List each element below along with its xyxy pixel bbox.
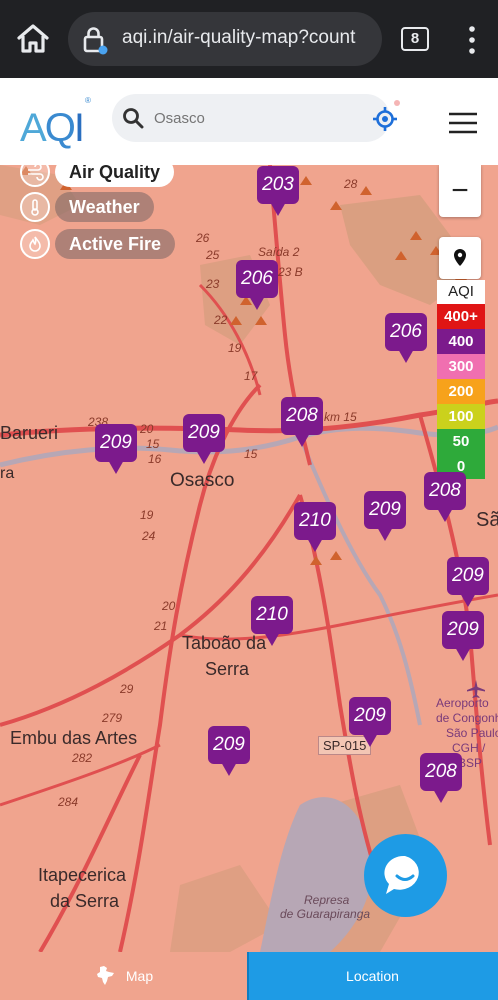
place-label-guarapiranga: de Guarapiranga [280, 907, 371, 921]
aqi-marker[interactable]: 209 [95, 424, 137, 476]
fire-icon [20, 229, 50, 259]
air-quality-icon [20, 165, 50, 187]
tab-location-label: Location [346, 968, 399, 984]
air-quality-map[interactable]: Barueri ra Osasco Taboão da Serra Embu d… [0, 165, 498, 952]
road-label-saida: Saída 2 [258, 245, 300, 259]
hamburger-menu-icon[interactable] [448, 111, 478, 135]
bottom-tab-bar: Map Location [0, 952, 498, 1000]
locate-pin-button[interactable] [439, 237, 481, 279]
aqi-marker[interactable]: 208 [420, 753, 462, 805]
aqi-marker[interactable]: 209 [442, 611, 484, 663]
road-label-15: 15 [146, 437, 160, 451]
place-label-itapecerica-serra: da Serra [50, 891, 120, 911]
aqi-marker[interactable]: 209 [208, 726, 250, 778]
road-label-23b: 23 B [278, 265, 303, 279]
lock-icon[interactable] [80, 25, 110, 55]
road-label-20: 20 [140, 422, 154, 436]
notification-dot [394, 100, 400, 106]
layer-air-quality[interactable]: Air Quality [20, 165, 175, 189]
place-label-ra: ra [0, 465, 15, 482]
url-text: aqi.in/air-quality-map?count [122, 27, 356, 48]
aqi-marker[interactable]: 210 [294, 502, 336, 554]
aqi-marker[interactable]: 208 [281, 397, 323, 449]
tab-location[interactable]: Location [249, 952, 496, 1000]
place-label-represa: Represa [304, 893, 350, 907]
aqi-logo[interactable]: AQI® [20, 96, 91, 151]
layer-active-fire[interactable]: Active Fire [20, 227, 176, 261]
address-bar[interactable]: aqi.in/air-quality-map?count [68, 12, 382, 66]
aqi-marker[interactable]: 209 [447, 557, 489, 609]
aqi-legend: AQI 400+ 400 300 200 100 50 0 [437, 280, 485, 479]
home-icon[interactable] [14, 20, 52, 58]
app-header: AQI® [0, 78, 498, 165]
road-label-km15: km 15 [324, 410, 357, 424]
legend-item: 50 [437, 429, 485, 454]
aqi-marker[interactable]: 209 [183, 414, 225, 466]
road-label-16: 16 [148, 452, 162, 466]
place-label-sao-paulo: São Paulo [446, 726, 498, 740]
layer-active-fire-label: Active Fire [55, 229, 176, 259]
place-label-taboao-serra: Serra [205, 659, 250, 679]
legend-item: 300 [437, 354, 485, 379]
road-label-29: 29 [120, 682, 134, 696]
road-label-279: 279 [102, 711, 123, 725]
road-label-21: 21 [154, 619, 168, 633]
road-label-15b: 15 [244, 447, 258, 461]
aqi-marker[interactable]: 210 [251, 596, 293, 648]
search-input[interactable] [154, 106, 344, 130]
road-label-284: 284 [58, 795, 79, 809]
search-icon [123, 108, 144, 129]
search-bar[interactable] [112, 94, 400, 142]
place-label-itapecerica: Itapecerica [38, 865, 127, 885]
road-label-22: 22 [214, 313, 228, 327]
legend-title: AQI [437, 280, 485, 304]
legend-item: 200 [437, 379, 485, 404]
legend-item: 400 [437, 329, 485, 354]
current-location-icon[interactable] [372, 106, 398, 132]
aqi-marker[interactable]: 209 [364, 491, 406, 543]
road-label-282: 282 [72, 751, 93, 765]
legend-item: 100 [437, 404, 485, 429]
chat-button[interactable] [364, 834, 447, 917]
place-label-congonhas: de Congonha [436, 711, 498, 725]
aqi-marker[interactable]: 203 [257, 166, 299, 218]
layer-air-quality-label: Air Quality [55, 165, 175, 187]
browser-toolbar: aqi.in/air-quality-map?count 8 [0, 0, 498, 78]
place-label-embu: Embu das Artes [10, 728, 138, 748]
road-label-24: 24 [142, 529, 156, 543]
road-label-19b: 19 [140, 508, 154, 522]
map-pin-icon [454, 249, 466, 266]
aqi-marker[interactable]: 206 [236, 260, 278, 312]
legend-item: 400+ [437, 304, 485, 329]
airport-icon [467, 680, 485, 698]
road-label-19: 19 [228, 341, 242, 355]
road-label-23: 23 [206, 277, 220, 291]
layer-weather[interactable]: Weather [20, 190, 154, 224]
road-label-17: 17 [244, 369, 258, 383]
road-label-28: 28 [344, 177, 358, 191]
map-india-icon [96, 966, 114, 985]
aqi-marker[interactable]: 209 [349, 697, 391, 749]
more-options-icon[interactable] [462, 24, 482, 56]
place-label-sa: Sã [476, 509, 498, 531]
road-label-26: 26 [196, 231, 210, 245]
tab-switcher-button[interactable]: 8 [401, 27, 429, 51]
zoom-out-button[interactable]: − [439, 165, 481, 217]
road-label-25: 25 [206, 248, 220, 262]
aqi-marker[interactable]: 208 [424, 472, 466, 524]
road-label-20b: 20 [162, 599, 176, 613]
aqi-marker[interactable]: 206 [385, 313, 427, 365]
place-label-osasco: Osasco [170, 470, 235, 491]
layer-weather-label: Weather [55, 192, 154, 222]
place-label-barueri: Barueri [0, 423, 59, 443]
thermometer-icon [20, 192, 50, 222]
tab-map-label: Map [125, 968, 154, 984]
chat-bubble-icon [384, 855, 419, 894]
tab-map[interactable]: Map [0, 952, 247, 1000]
